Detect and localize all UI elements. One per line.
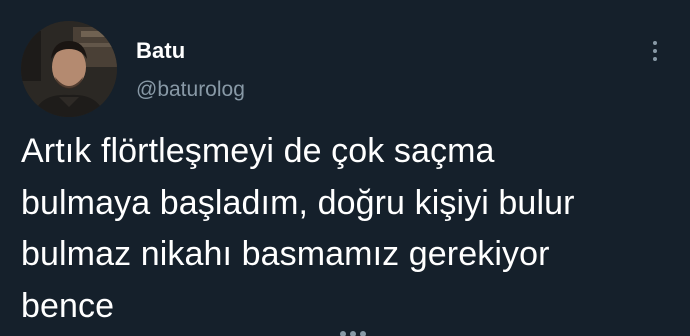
- avatar[interactable]: [21, 21, 117, 117]
- dot-icon: [653, 57, 657, 61]
- author-display-name[interactable]: Batu: [136, 38, 185, 64]
- profile-photo-icon: [21, 21, 117, 117]
- dot-icon: [653, 41, 657, 45]
- dot-icon: [653, 49, 657, 53]
- tweet-card: Batu @baturolog Artık flörtleşmeyi de ço…: [0, 0, 690, 336]
- truncated-icon: [338, 331, 378, 336]
- more-options-icon[interactable]: [645, 36, 665, 66]
- tweet-text: Artık flörtleşmeyi de çok saçma bulmaya …: [21, 132, 575, 325]
- author-handle[interactable]: @baturolog: [136, 78, 245, 102]
